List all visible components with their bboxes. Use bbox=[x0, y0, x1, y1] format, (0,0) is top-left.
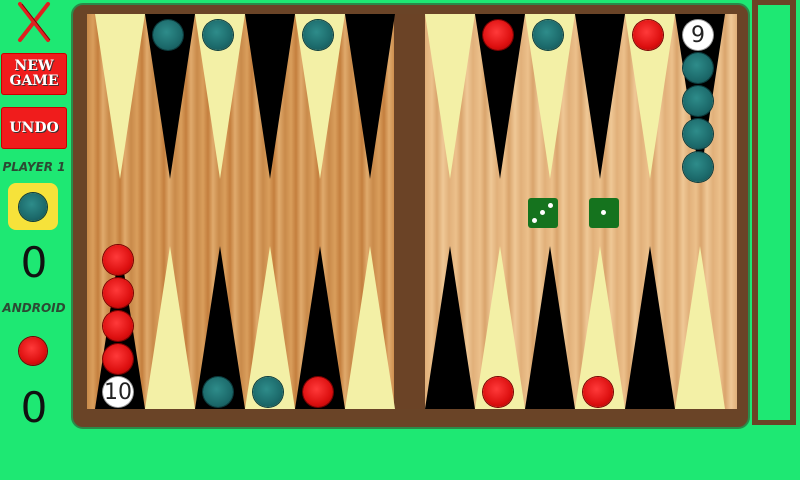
undo-button[interactable]: UNDO bbox=[1, 107, 67, 149]
checker-teal[interactable] bbox=[683, 152, 713, 182]
die-three[interactable] bbox=[528, 198, 558, 228]
android-label: ANDROID bbox=[2, 301, 66, 315]
android-score: 0 bbox=[20, 383, 48, 432]
board-playing-area bbox=[87, 14, 737, 409]
sidebar: NEW GAME UNDO PLAYER 1 0 ANDROID 0 bbox=[0, 0, 68, 480]
checker-teal[interactable] bbox=[203, 20, 233, 50]
checker-teal[interactable] bbox=[533, 20, 563, 50]
checker-teal[interactable] bbox=[683, 119, 713, 149]
close-icon[interactable] bbox=[12, 0, 56, 44]
stack-count-badge: 9 bbox=[683, 20, 713, 50]
player1-label: PLAYER 1 bbox=[2, 160, 66, 174]
checker-red[interactable] bbox=[103, 311, 133, 341]
checker-teal[interactable] bbox=[683, 86, 713, 116]
checker-teal[interactable] bbox=[253, 377, 283, 407]
new-game-label-line1: NEW bbox=[14, 58, 54, 74]
checker-red[interactable] bbox=[633, 20, 663, 50]
checker-red[interactable] bbox=[103, 278, 133, 308]
die-one[interactable] bbox=[589, 198, 619, 228]
checker-red[interactable] bbox=[303, 377, 333, 407]
checker-teal[interactable] bbox=[303, 20, 333, 50]
checker-red[interactable] bbox=[103, 245, 133, 275]
checker-red[interactable] bbox=[483, 377, 513, 407]
player1-checker-icon bbox=[19, 193, 47, 221]
checker-teal[interactable] bbox=[153, 20, 183, 50]
stack-count-badge: 10 bbox=[103, 377, 133, 407]
board-points[interactable] bbox=[87, 14, 737, 409]
bear-off-tray-inner bbox=[758, 5, 790, 420]
new-game-button[interactable]: NEW GAME bbox=[1, 53, 67, 95]
player1-indicator bbox=[8, 183, 58, 230]
checker-teal[interactable] bbox=[683, 53, 713, 83]
android-checker-icon bbox=[19, 337, 47, 365]
checker-red[interactable] bbox=[483, 20, 513, 50]
player1-score: 0 bbox=[20, 238, 48, 287]
checker-teal[interactable] bbox=[203, 377, 233, 407]
checker-red[interactable] bbox=[103, 344, 133, 374]
undo-label: UNDO bbox=[9, 119, 59, 136]
checker-red[interactable] bbox=[583, 377, 613, 407]
new-game-label-line2: GAME bbox=[9, 73, 59, 89]
